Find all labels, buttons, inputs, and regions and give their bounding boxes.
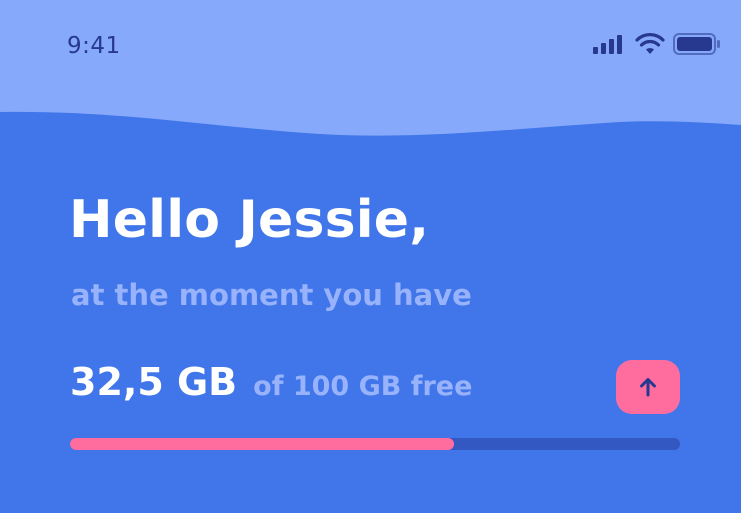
upload-button[interactable] [616,360,680,414]
storage-progress-bar [70,438,680,450]
status-bar: 9:41 [0,0,741,96]
storage-value: 32,5 GB [70,360,238,404]
storage-summary: 32,5 GB of 100 GB free [70,360,472,404]
storage-progress-fill [70,438,455,450]
status-time: 9:41 [67,33,121,59]
storage-total: of 100 GB free [253,371,473,402]
arrow-up-icon [640,378,656,397]
cellular-signal-icon [593,35,622,54]
greeting-title: Hello Jessie, [69,190,430,250]
status-icons [593,33,721,55]
battery-icon [673,33,720,55]
wifi-icon [635,33,665,54]
greeting-subtitle: at the moment you have [71,278,472,312]
